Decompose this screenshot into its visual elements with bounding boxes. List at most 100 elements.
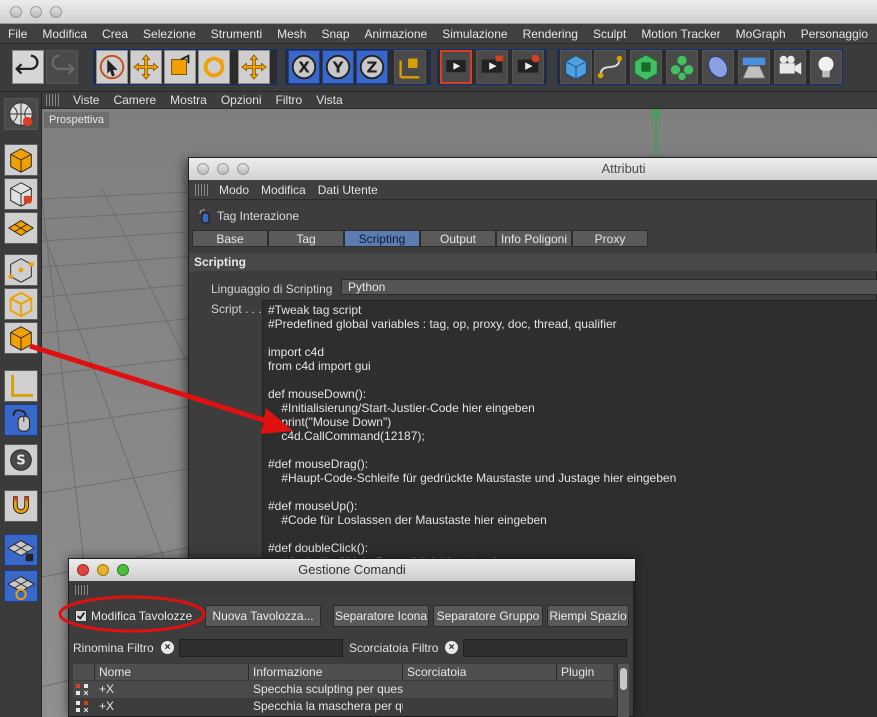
fill-space-button[interactable]: Riempi Spazio — [547, 605, 629, 627]
menu-sculpt[interactable]: Sculpt — [585, 27, 633, 41]
viewport-camera-label[interactable]: Prospettiva — [44, 112, 110, 128]
render-region-icon[interactable] — [440, 50, 472, 84]
grip-icon[interactable] — [195, 183, 209, 196]
grip-icon — [75, 585, 89, 595]
column-plugin[interactable]: Plugin — [557, 664, 613, 680]
globe-workplane-icon[interactable] — [4, 98, 38, 130]
clear-rename-filter-icon[interactable]: × — [161, 641, 174, 654]
menu-mograph[interactable]: MoGraph — [728, 27, 793, 41]
menu-mesh[interactable]: Mesh — [269, 27, 313, 41]
edit-palettes-checkbox[interactable] — [75, 610, 87, 622]
camera-icon[interactable] — [774, 50, 806, 84]
axis-mode-icon[interactable] — [4, 370, 38, 402]
attributes-menu-dati-utente[interactable]: Dati Utente — [312, 183, 384, 197]
command-manager-zoom-button[interactable] — [117, 564, 129, 576]
main-menu-bar: File Modifica Crea Selezione Strumenti M… — [0, 24, 877, 44]
attributes-menu-modo[interactable]: Modo — [213, 183, 255, 197]
new-palette-button[interactable]: Nuova Tavolozza... — [205, 605, 321, 627]
subdivision-surface-icon[interactable] — [630, 50, 662, 84]
tag-name: Tag Interazione — [217, 209, 300, 223]
shortcut-filter-input[interactable] — [463, 639, 627, 657]
attributes-title-bar: Attributi — [189, 158, 877, 180]
snap-icon[interactable]: S — [4, 444, 38, 476]
viewport-menu-filtro[interactable]: Filtro — [269, 93, 310, 107]
column-name[interactable]: Nome — [95, 664, 249, 680]
rename-filter-input[interactable] — [179, 639, 343, 657]
undo-icon[interactable] — [12, 50, 44, 84]
menu-animazione[interactable]: Animazione — [357, 27, 435, 41]
menu-personaggio[interactable]: Personaggio — [793, 27, 875, 41]
points-mode-icon[interactable] — [4, 254, 38, 286]
viewport-menu-viste[interactable]: Viste — [66, 93, 106, 107]
workplane-icon[interactable] — [4, 570, 38, 602]
move-tool-icon[interactable] — [130, 50, 162, 84]
interaction-tag-icon[interactable] — [4, 404, 38, 436]
spline-pen-icon[interactable] — [594, 50, 626, 84]
column-shortcut[interactable]: Scorciatoia — [403, 664, 557, 680]
clear-shortcut-filter-icon[interactable]: × — [445, 641, 458, 654]
floor-environment-icon[interactable] — [738, 50, 770, 84]
render-settings-icon[interactable] — [512, 50, 544, 84]
menu-motion-tracker[interactable]: Motion Tracker — [633, 27, 727, 41]
menu-rendering[interactable]: Rendering — [515, 27, 585, 41]
scripting-language-dropdown[interactable]: Python — [341, 279, 877, 295]
object-mode-icon[interactable] — [4, 178, 38, 210]
column-information[interactable]: Informazione — [249, 664, 403, 680]
viewport-menu-vista[interactable]: Vista — [309, 93, 349, 107]
menu-selezione[interactable]: Selezione — [135, 27, 203, 41]
tab-proxy[interactable]: Proxy — [572, 230, 648, 247]
icon-separator-button[interactable]: Separatore Icona — [333, 605, 429, 627]
tab-base[interactable]: Base — [192, 230, 268, 247]
menu-simulazione[interactable]: Simulazione — [434, 27, 514, 41]
zoom-window-button[interactable] — [50, 6, 62, 18]
menu-snap[interactable]: Snap — [313, 27, 356, 41]
redo-icon[interactable] — [46, 50, 78, 84]
tab-output[interactable]: Output — [420, 230, 496, 247]
model-mode-icon[interactable] — [4, 144, 38, 176]
scrollbar-thumb[interactable] — [620, 668, 627, 690]
polygons-mode-icon[interactable] — [4, 322, 38, 354]
render-to-picture-viewer-icon[interactable] — [476, 50, 508, 84]
y-axis-lock-icon[interactable]: Y — [322, 50, 354, 84]
main-toolbar: X Y Z — [0, 44, 877, 92]
tab-scripting[interactable]: Scripting — [344, 230, 420, 247]
table-scrollbar[interactable] — [617, 664, 629, 717]
coordinate-system-icon[interactable] — [394, 50, 426, 84]
attributes-title: Attributi — [601, 161, 646, 176]
magnet-icon[interactable] — [4, 490, 38, 522]
tab-info-poligoni[interactable]: Info Poligoni — [496, 230, 572, 247]
table-row[interactable]: +X Specchia sculpting per questo — [73, 681, 613, 698]
mograph-cloner-icon[interactable] — [666, 50, 698, 84]
grip-bar[interactable] — [71, 583, 633, 597]
checkmark-icon — [77, 612, 86, 620]
menu-strumenti[interactable]: Strumenti — [203, 27, 269, 41]
rotate-tool-icon[interactable] — [198, 50, 230, 84]
menu-crea[interactable]: Crea — [94, 27, 135, 41]
command-manager-minimize-button[interactable] — [97, 564, 109, 576]
grip-icon[interactable] — [46, 94, 60, 106]
viewport-menu-mostra[interactable]: Mostra — [163, 93, 214, 107]
workplane-lock-icon[interactable] — [4, 534, 38, 566]
table-row[interactable]: +X Specchia la maschera per questo — [73, 698, 613, 715]
transform-tool-icon[interactable] — [238, 50, 270, 84]
scale-tool-icon[interactable] — [164, 50, 196, 84]
light-icon[interactable] — [810, 50, 842, 84]
menu-file[interactable]: File — [0, 27, 34, 41]
live-selection-icon[interactable] — [96, 50, 128, 84]
tab-tag[interactable]: Tag — [268, 230, 344, 247]
viewport-menu-camere[interactable]: Camere — [106, 93, 163, 107]
cube-object-icon[interactable] — [560, 50, 592, 84]
menu-modifica[interactable]: Modifica — [34, 27, 94, 41]
viewport-menu-opzioni[interactable]: Opzioni — [214, 93, 269, 107]
x-axis-lock-icon[interactable]: X — [288, 50, 320, 84]
edges-mode-icon[interactable] — [4, 288, 38, 320]
minimize-window-button[interactable] — [30, 6, 42, 18]
group-separator-button[interactable]: Separatore Gruppo — [433, 605, 543, 627]
texture-mode-icon[interactable] — [4, 212, 38, 244]
close-window-button[interactable] — [10, 6, 22, 18]
z-axis-lock-icon[interactable]: Z — [356, 50, 388, 84]
command-manager-close-button[interactable] — [77, 564, 89, 576]
attributes-menu-modifica[interactable]: Modifica — [255, 183, 312, 197]
edit-palettes-toggle[interactable]: Modifica Tavolozze — [73, 605, 201, 627]
deformer-icon[interactable] — [702, 50, 734, 84]
